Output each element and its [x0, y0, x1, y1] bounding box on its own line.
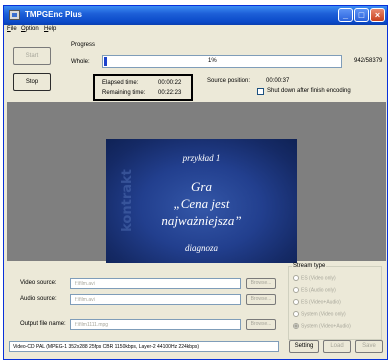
- whole-label: Whole:: [71, 59, 90, 65]
- menu-file[interactable]: File: [7, 26, 17, 32]
- source-position-value: 00:00:37: [266, 78, 290, 84]
- progress-count: 942/58379: [354, 58, 383, 64]
- main-window: TMPGEnc Plus _ □ × File Option Help Star…: [3, 5, 388, 360]
- elapsed-label: Elapsed time:: [102, 80, 139, 86]
- window-title: TMPGEnc Plus: [25, 10, 82, 19]
- format-status-field: Video-CD PAL (MPEG-1 352x288 25fps CBR 1…: [9, 341, 279, 352]
- output-file-field[interactable]: f:\film1111.mpg: [70, 319, 241, 330]
- stream-option[interactable]: System (Video only): [293, 311, 346, 317]
- time-box: Elapsed time: 00:00:22 Remaining time: 0…: [93, 74, 193, 101]
- whole-progress-bar: [102, 55, 342, 68]
- video-line: Gra: [191, 179, 212, 194]
- audio-source-field[interactable]: f:\film.avi: [70, 294, 241, 305]
- progress-fill: [104, 57, 107, 66]
- elapsed-value: 00:00:22: [158, 80, 182, 86]
- radio-icon: [293, 275, 299, 281]
- output-browse-button[interactable]: Browse...: [246, 319, 276, 330]
- radio-selected-icon: [293, 323, 299, 329]
- radio-icon: [293, 287, 299, 293]
- load-button[interactable]: Load: [323, 340, 351, 353]
- stream-option[interactable]: System (Video+Audio): [293, 323, 351, 329]
- close-button[interactable]: ×: [370, 8, 385, 22]
- start-button[interactable]: Start: [13, 47, 51, 65]
- stream-type-group: Stream type ES (Video only) ES (Audio on…: [288, 263, 382, 340]
- minimize-button[interactable]: _: [338, 8, 353, 22]
- audio-source-label: Audio source:: [20, 296, 57, 302]
- output-file-label: Output file name:: [20, 321, 66, 327]
- stream-option[interactable]: ES (Video only): [293, 275, 336, 281]
- preview-area: kontrakt przykład 1 Gra „Cena jest najwa…: [7, 102, 386, 263]
- radio-icon: [293, 311, 299, 317]
- menu-option[interactable]: Option: [21, 26, 39, 32]
- progress-title: Progress: [71, 42, 96, 48]
- video-line: „Cena jest: [173, 196, 230, 211]
- stop-button[interactable]: Stop: [13, 73, 51, 91]
- source-position-label: Source position:: [207, 78, 251, 84]
- maximize-button[interactable]: □: [354, 8, 369, 22]
- video-source-field[interactable]: f:\film.avi: [70, 278, 241, 289]
- remaining-value: 00:22:23: [158, 90, 182, 96]
- video-line: diagnoza: [184, 243, 218, 253]
- stream-type-title: Stream type: [292, 263, 327, 269]
- settings-panel: Video source: f:\film.avi Browse... Audi…: [4, 261, 387, 359]
- stream-option[interactable]: ES (Video+Audio): [293, 299, 341, 305]
- save-button[interactable]: Save: [355, 340, 383, 353]
- video-line: najważniejsza”: [161, 213, 242, 228]
- menu-bar: File Option Help: [4, 25, 387, 36]
- setting-button[interactable]: Setting: [289, 340, 319, 353]
- stream-option[interactable]: ES (Audio only): [293, 287, 336, 293]
- audio-browse-button[interactable]: Browse...: [246, 294, 276, 305]
- video-frame: kontrakt przykład 1 Gra „Cena jest najwa…: [106, 139, 297, 263]
- shutdown-label[interactable]: Shut down after finish encoding: [267, 88, 351, 94]
- video-browse-button[interactable]: Browse...: [246, 278, 276, 289]
- app-icon: [9, 10, 20, 20]
- remaining-label: Remaining time:: [102, 90, 146, 96]
- progress-percent: 1%: [208, 58, 217, 64]
- radio-icon: [293, 299, 299, 305]
- shutdown-checkbox[interactable]: [257, 88, 264, 95]
- video-source-label: Video source:: [20, 280, 57, 286]
- video-line: przykład 1: [182, 153, 221, 163]
- menu-help[interactable]: Help: [44, 26, 56, 32]
- title-bar[interactable]: TMPGEnc Plus _ □ ×: [4, 6, 387, 25]
